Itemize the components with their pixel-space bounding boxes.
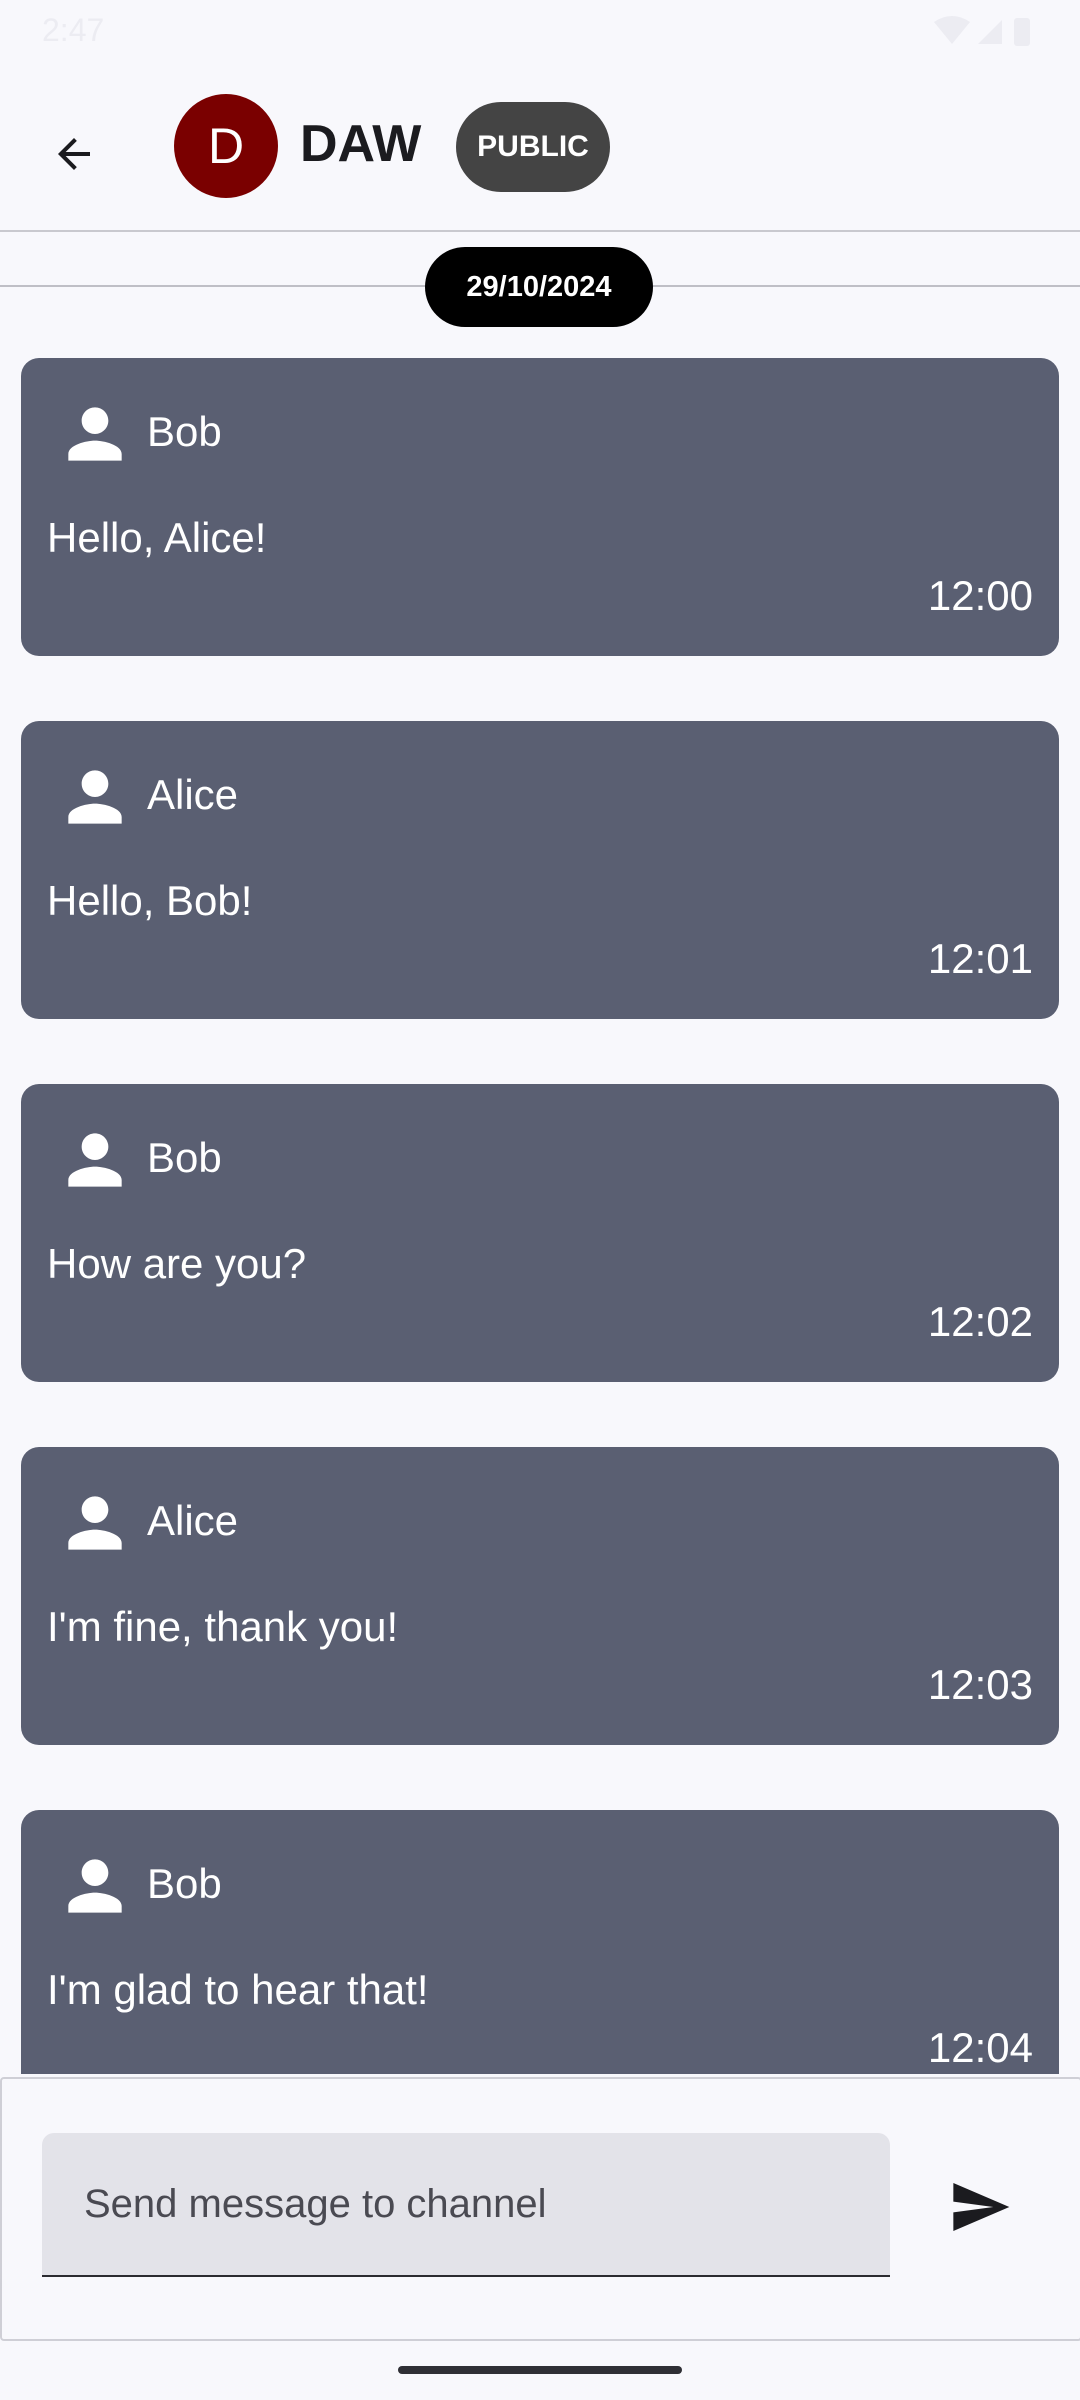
signal-icon bbox=[978, 20, 1002, 44]
message-composer bbox=[0, 2077, 1080, 2341]
message-time: 12:04 bbox=[927, 2024, 1033, 2071]
status-icons bbox=[932, 14, 1042, 53]
message-time: 12:02 bbox=[927, 1298, 1033, 1345]
arrow-left-icon bbox=[58, 138, 90, 170]
app-bar-divider bbox=[0, 230, 1080, 232]
message-card[interactable]: Bob I'm glad to hear that! 12:04 bbox=[21, 1810, 1059, 2074]
message-text: I'm glad to hear that! bbox=[47, 1966, 429, 2013]
home-indicator[interactable] bbox=[398, 2366, 682, 2374]
avatar-letter: D bbox=[207, 118, 245, 174]
message-card[interactable]: Alice I'm fine, thank you! 12:03 bbox=[21, 1447, 1059, 1745]
person-icon bbox=[68, 1859, 122, 1913]
send-icon bbox=[953, 2183, 1010, 2231]
message-card[interactable]: Bob Hello, Alice! 12:00 bbox=[21, 358, 1059, 656]
message-time: 12:03 bbox=[927, 1661, 1033, 1708]
app-bar: D DAW PUBLIC bbox=[0, 60, 1080, 232]
message-author: Alice bbox=[147, 771, 239, 818]
message-list[interactable]: Bob Hello, Alice! 12:00 Alice Hello, Bob… bbox=[0, 358, 1080, 2074]
send-button[interactable] bbox=[934, 2161, 1026, 2253]
message-time: 12:00 bbox=[927, 572, 1033, 619]
date-separator: 29/10/2024 bbox=[425, 247, 653, 327]
channel-title: DAW bbox=[300, 115, 422, 173]
message-text: Hello, Bob! bbox=[47, 877, 253, 924]
back-button[interactable] bbox=[38, 118, 110, 190]
message-text: Hello, Alice! bbox=[47, 514, 267, 561]
message-time: 12:01 bbox=[927, 935, 1033, 982]
wifi-icon bbox=[934, 16, 970, 44]
message-text: I'm fine, thank you! bbox=[47, 1603, 399, 1650]
person-icon bbox=[68, 1133, 122, 1187]
date-separator-label: 29/10/2024 bbox=[466, 270, 612, 303]
message-input[interactable] bbox=[42, 2133, 890, 2277]
message-card[interactable]: Alice Hello, Bob! 12:01 bbox=[21, 721, 1059, 1019]
message-author: Bob bbox=[147, 1860, 222, 1907]
battery-icon bbox=[1014, 18, 1030, 46]
message-author: Bob bbox=[147, 1134, 222, 1181]
status-time: 2:47 bbox=[42, 12, 105, 48]
person-icon bbox=[68, 1496, 122, 1550]
message-author: Bob bbox=[147, 408, 222, 455]
visibility-chip[interactable]: PUBLIC bbox=[456, 102, 610, 192]
message-author: Alice bbox=[147, 1497, 239, 1544]
message-card[interactable]: Bob How are you? 12:02 bbox=[21, 1084, 1059, 1382]
channel-avatar: D bbox=[174, 94, 278, 198]
person-icon bbox=[68, 407, 122, 461]
message-text: How are you? bbox=[47, 1240, 307, 1287]
status-bar: 2:47 bbox=[0, 0, 1080, 60]
visibility-chip-label: PUBLIC bbox=[477, 130, 589, 163]
person-icon bbox=[68, 770, 122, 824]
